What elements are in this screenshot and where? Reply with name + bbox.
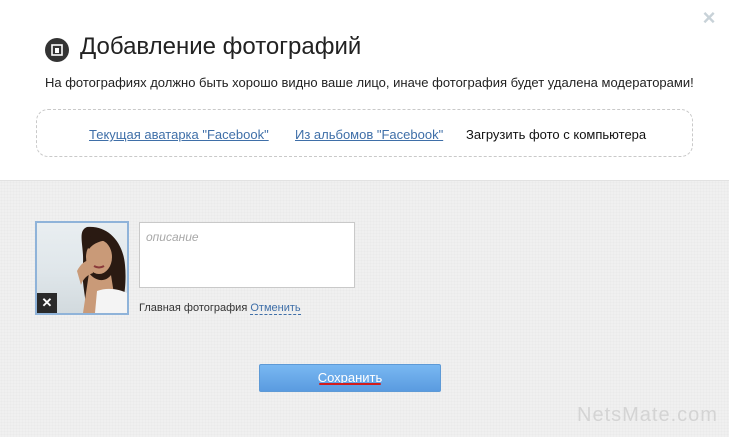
tab-facebook-avatar[interactable]: Текущая аватарка "Facebook" <box>89 127 269 142</box>
save-button-label: Сохранить <box>317 370 383 385</box>
close-icon[interactable]: × <box>699 7 719 29</box>
remove-photo-icon[interactable]: ✕ <box>37 293 57 313</box>
main-photo-label: Главная фотография <box>139 302 248 314</box>
tab-facebook-albums[interactable]: Из альбомов "Facebook" <box>295 127 443 142</box>
save-button[interactable]: Сохранить <box>259 364 441 392</box>
dialog-subtitle: На фотографиях должно быть хорошо видно … <box>45 75 694 90</box>
photo-badge-icon <box>45 38 69 62</box>
cancel-link[interactable]: Отменить <box>250 302 301 315</box>
highlight-underline <box>319 383 381 385</box>
dialog-title: Добавление фотографий <box>80 33 362 60</box>
main-photo-row: Главная фотография Отменить <box>139 302 301 315</box>
description-input[interactable] <box>139 222 355 288</box>
tab-upload-computer[interactable]: Загрузить фото с компьютера <box>466 127 646 142</box>
watermark: NetsMate.com <box>577 404 718 426</box>
dialog-header: × Добавление фотографий На фотографиях д… <box>0 0 729 180</box>
source-tabs: Текущая аватарка "Facebook" Из альбомов … <box>36 109 693 157</box>
